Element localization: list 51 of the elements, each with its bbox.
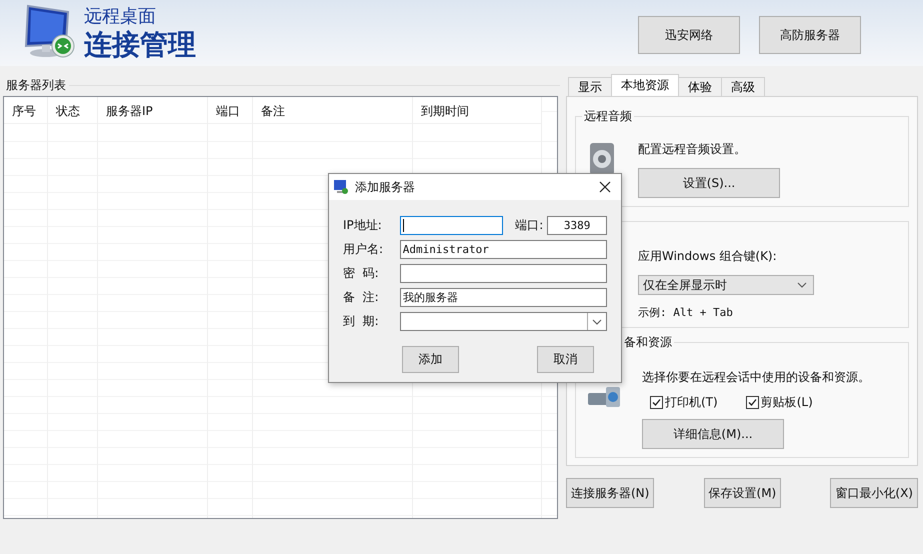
column-header[interactable]: 服务器IP (98, 97, 207, 124)
checkbox-label[interactable]: 剪贴板(L) (760, 394, 813, 411)
input-field[interactable]: 我的服务器 (400, 288, 607, 307)
field-label: 用户名: (343, 241, 384, 258)
input-field[interactable]: Administrator (400, 240, 607, 259)
input-field[interactable] (400, 216, 504, 235)
close-icon[interactable] (599, 181, 611, 193)
checkbox[interactable] (650, 396, 663, 409)
column-header[interactable]: 端口 (208, 97, 252, 124)
keyboard-label: 应用Windows 组合键(K): (638, 248, 778, 265)
field-label: 密 码: (343, 265, 380, 282)
dialog-title: 添加服务器 (355, 178, 415, 196)
monitor-icon (333, 179, 349, 195)
dialog-button[interactable]: 取消 (537, 346, 594, 373)
action-button[interactable]: 窗口最小化(X) (830, 478, 918, 508)
example-text: 示例: Alt + Tab (638, 305, 734, 320)
header-button[interactable]: 高防服务器 (759, 16, 861, 54)
field-label: 备 注: (343, 289, 380, 306)
chevron-down-icon (592, 318, 602, 324)
column-header[interactable]: 状态 (48, 97, 97, 124)
group-label: 服务器列表 (5, 76, 67, 94)
tab[interactable]: 高级 (721, 77, 765, 96)
input-field[interactable] (400, 264, 607, 283)
column-header[interactable]: 序号 (4, 97, 47, 124)
column-header[interactable]: 备注 (253, 97, 412, 124)
tab[interactable]: 体验 (678, 77, 722, 96)
field-label: 到 期: (343, 313, 380, 330)
checkbox[interactable] (746, 396, 759, 409)
app-title: 连接管理 (84, 28, 196, 62)
group-label: 远程音频 (582, 108, 634, 125)
field-label: 端口: (515, 217, 544, 234)
input-field[interactable]: 3389 (547, 216, 608, 235)
details-button[interactable]: 详细信息(M)... (642, 419, 784, 449)
devices-description: 选择你要在远程会话中使用的设备和资源。 (642, 369, 870, 386)
chevron-down-icon (797, 282, 807, 288)
group-label: 备和资源 (622, 334, 674, 351)
audio-description: 配置远程音频设置。 (638, 141, 747, 158)
app-subtitle: 远程桌面 (84, 6, 157, 28)
column-header[interactable]: 到期时间 (413, 97, 541, 124)
date-field[interactable] (400, 312, 607, 331)
tab[interactable]: 本地资源 (611, 74, 679, 96)
header-button[interactable]: 迅安网络 (638, 16, 740, 54)
tab[interactable]: 显示 (568, 77, 612, 96)
action-button[interactable]: 连接服务器(N) (566, 478, 654, 508)
action-button[interactable]: 保存设置(M) (704, 478, 782, 508)
dialog-button[interactable]: 添加 (402, 346, 459, 373)
devices-icon (588, 387, 620, 407)
dropdown[interactable]: 仅在全屏显示时 (638, 275, 814, 295)
settings-button[interactable]: 设置(S)... (638, 168, 780, 198)
field-label: IP地址: (343, 217, 383, 234)
checkbox-label[interactable]: 打印机(T) (665, 394, 718, 411)
